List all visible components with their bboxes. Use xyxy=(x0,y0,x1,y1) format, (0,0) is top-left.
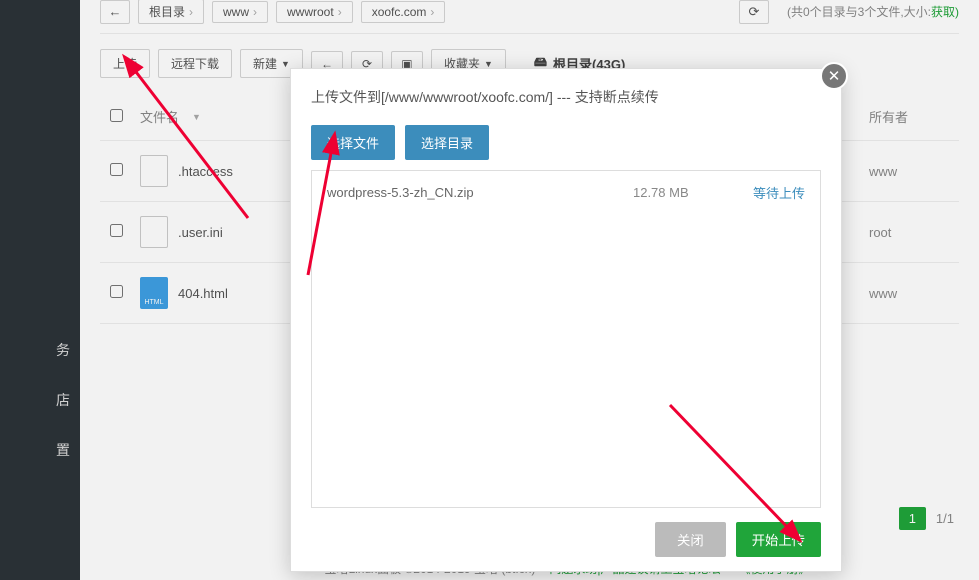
upload-file-name: wordpress-5.3-zh_CN.zip xyxy=(327,185,633,200)
select-dir-button[interactable]: 选择目录 xyxy=(405,125,489,160)
upload-file-status: 等待上传 xyxy=(753,183,805,202)
modal-close-text-button[interactable]: 关闭 xyxy=(655,522,726,557)
modal-title: 上传文件到[/www/wwwroot/xoofc.com/] --- 支持断点续… xyxy=(291,69,841,125)
start-upload-button[interactable]: 开始上传 xyxy=(736,522,821,557)
upload-modal: ✕ 上传文件到[/www/wwwroot/xoofc.com/] --- 支持断… xyxy=(290,68,842,572)
upload-file-item: wordpress-5.3-zh_CN.zip 12.78 MB 等待上传 xyxy=(312,171,820,214)
close-icon: ✕ xyxy=(828,67,841,85)
upload-file-size: 12.78 MB xyxy=(633,185,753,200)
modal-close-button[interactable]: ✕ xyxy=(820,62,848,90)
upload-queue: wordpress-5.3-zh_CN.zip 12.78 MB 等待上传 xyxy=(311,170,821,508)
select-file-button[interactable]: 选择文件 xyxy=(311,125,395,160)
